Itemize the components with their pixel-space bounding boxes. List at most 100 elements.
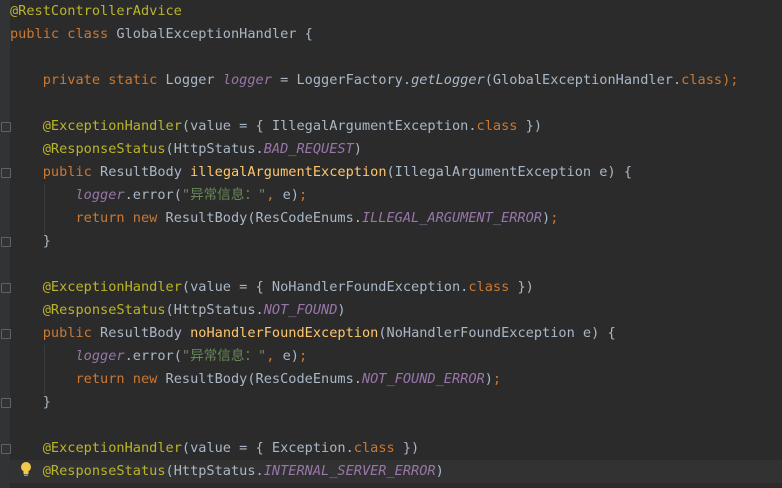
code-token: GlobalExceptionHandler { [116, 26, 313, 42]
code-token: }) [517, 118, 543, 134]
code-token: (value = { IllegalArgumentException. [181, 118, 477, 134]
code-token: (value = { Exception. [181, 440, 354, 456]
code-token: (IllegalArgumentException e) { [386, 164, 633, 180]
code-line[interactable] [10, 46, 782, 69]
code-token: "异常信息：" [181, 187, 267, 203]
code-token: @ResponseStatus [42, 463, 166, 479]
code-line[interactable] [10, 92, 782, 115]
code-token: e) [282, 348, 299, 364]
code-line[interactable]: } [10, 230, 782, 253]
code-line[interactable]: @RestControllerAdvice [10, 0, 782, 23]
code-token: ) [337, 302, 346, 318]
code-token: INTERNAL_SERVER_ERROR [263, 463, 436, 479]
code-line[interactable]: logger.error("异常信息：", e); [10, 184, 782, 207]
code-token: BAD_REQUEST [263, 141, 354, 157]
code-token: ResultBody [100, 325, 191, 341]
code-token: @RestControllerAdvice [10, 3, 182, 19]
code-token: @ResponseStatus [42, 302, 166, 318]
code-line[interactable]: @ExceptionHandler(value = { Exception.cl… [10, 437, 782, 460]
code-token: ResultBody [100, 164, 191, 180]
code-token: = LoggerFactory. [271, 72, 412, 88]
code-token: ; [298, 187, 308, 203]
code-line[interactable]: @ResponseStatus(HttpStatus.BAD_REQUEST) [10, 138, 782, 161]
code-token: , [266, 348, 283, 364]
code-token: ResultBody(ResCodeEnums. [165, 210, 362, 226]
code-line[interactable] [10, 253, 782, 276]
code-token: ) [542, 210, 551, 226]
code-token: (HttpStatus. [165, 141, 264, 157]
code-token: ; [550, 210, 559, 226]
code-token: NOT_FOUND [263, 302, 338, 318]
code-token: class [353, 440, 395, 456]
code-line[interactable] [10, 414, 782, 437]
code-token: class [468, 279, 510, 295]
code-token: ) [353, 141, 362, 157]
code-token: NOT_FOUND_ERROR [361, 371, 485, 387]
code-line[interactable]: public ResultBody illegalArgumentExcepti… [10, 161, 782, 184]
code-token: ; [298, 348, 308, 364]
code-line[interactable]: } [10, 391, 782, 414]
code-token: } [10, 233, 51, 249]
code-token: logger [75, 348, 125, 364]
code-editor[interactable]: @RestControllerAdvice public class Global… [0, 0, 782, 488]
code-token: return new [75, 371, 166, 387]
code-line[interactable]: public ResultBody noHandlerFoundExceptio… [10, 322, 782, 345]
code-line[interactable]: logger.error("异常信息：", e); [10, 345, 782, 368]
code-token: ResultBody(ResCodeEnums. [165, 371, 362, 387]
code-token: .error( [124, 348, 182, 364]
code-token: @ExceptionHandler [42, 279, 182, 295]
code-token: ) [484, 371, 493, 387]
code-line[interactable]: @ResponseStatus(HttpStatus.NOT_FOUND) [10, 299, 782, 322]
lightbulb-intention-icon[interactable] [19, 461, 33, 477]
code-token: private static [42, 72, 166, 88]
code-token: getLogger [411, 72, 485, 88]
code-line[interactable]: @ExceptionHandler(value = { IllegalArgum… [10, 115, 782, 138]
code-line[interactable]: return new ResultBody(ResCodeEnums.NOT_F… [10, 368, 782, 391]
code-token: ) [435, 463, 444, 479]
code-token: public class [10, 26, 117, 42]
code-token: public [42, 325, 101, 341]
code-token: } [10, 394, 51, 410]
code-token: (HttpStatus. [165, 463, 264, 479]
code-token: (HttpStatus. [165, 302, 264, 318]
code-token: @ExceptionHandler [42, 440, 182, 456]
code-token: ); [722, 72, 739, 88]
code-token: }) [509, 279, 534, 295]
code-token: logger [75, 187, 125, 203]
code-token: (value = { NoHandlerFoundException. [181, 279, 469, 295]
code-token: (GlobalExceptionHandler. [484, 72, 682, 88]
code-token: (NoHandlerFoundException e) { [378, 325, 616, 341]
code-line[interactable]: @ExceptionHandler(value = { NoHandlerFou… [10, 276, 782, 299]
code-token: return new [75, 210, 166, 226]
code-token: noHandlerFoundException [190, 325, 379, 341]
code-token: ILLEGAL_ARGUMENT_ERROR [361, 210, 542, 226]
code-token: @ExceptionHandler [42, 118, 182, 134]
code-line[interactable]: return new ResultBody(ResCodeEnums.ILLEG… [10, 207, 782, 230]
code-token: Logger [165, 72, 223, 88]
code-line[interactable]: public class GlobalExceptionHandler { [10, 23, 782, 46]
code-line[interactable]: private static Logger logger = LoggerFac… [10, 69, 782, 92]
code-token: , [266, 187, 283, 203]
code-token: e) [282, 187, 299, 203]
code-token: @ResponseStatus [42, 141, 166, 157]
code-token: }) [394, 440, 420, 456]
code-token: class [681, 72, 723, 88]
code-token: ; [492, 371, 502, 387]
code-token: public [42, 164, 101, 180]
code-token: "异常信息：" [181, 348, 267, 364]
code-line[interactable]: @ResponseStatus(HttpStatus.INTERNAL_SERV… [10, 460, 782, 483]
code-token: class [476, 118, 518, 134]
code-token: logger [222, 72, 272, 88]
